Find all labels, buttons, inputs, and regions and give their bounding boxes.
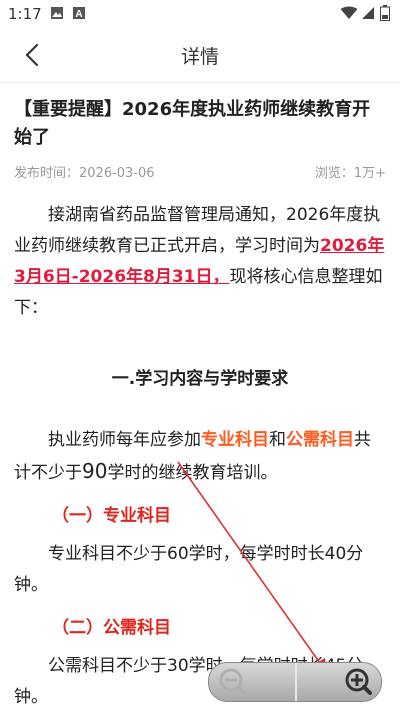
zoom-control — [208, 662, 382, 702]
req-text-2: 和 — [269, 430, 286, 450]
total-hours: 90 — [82, 459, 108, 483]
professional-subject-text: 专业科目不少于60学时，每学时时长40分钟。 — [14, 544, 364, 595]
svg-text:A: A — [75, 9, 82, 20]
professional-subject-highlight: 专业科目 — [201, 430, 269, 450]
public-subject-heading: （二）公需科目 — [52, 618, 171, 638]
req-text-1: 执业药师每年应参加 — [48, 430, 201, 450]
article: 【重要提醒】2026年度执业药师继续教育开始了 发布时间：2026-03-06 … — [14, 96, 386, 713]
section-heading: 一.学习内容与学时要求 — [111, 369, 289, 389]
view-count: 浏览：1万+ — [314, 166, 386, 181]
battery-icon — [380, 5, 390, 21]
status-time: 1:17 — [8, 5, 42, 23]
status-bar: 1:17 A — [0, 0, 400, 28]
a-icon: A — [73, 7, 85, 20]
page-title: 详情 — [180, 46, 219, 68]
professional-subject-heading: （一）专业科目 — [52, 506, 171, 526]
article-meta: 发布时间：2026-03-06 浏览：1万+ — [14, 160, 386, 182]
wifi-icon — [340, 6, 358, 19]
req-text-4: 学时的继续教育培训。 — [107, 463, 278, 483]
article-title: 【重要提醒】2026年度执业药师继续教育开始了 — [14, 99, 371, 148]
app-bar: 详情 — [0, 28, 400, 83]
image-icon — [51, 7, 63, 19]
zoom-in-icon — [345, 668, 372, 695]
cell-signal-icon — [362, 7, 374, 19]
zoom-out-button[interactable] — [209, 663, 295, 701]
zoom-in-button[interactable] — [297, 663, 381, 701]
requirements-paragraph: 执业药师每年应参加专业科目和公需科目共计不少于90学时的继续教育培训。 — [14, 425, 386, 489]
public-subject-highlight: 公需科目 — [286, 430, 354, 450]
zoom-out-icon — [219, 668, 246, 695]
publish-time: 发布时间：2026-03-06 — [14, 166, 155, 181]
intro-paragraph: 接湖南省药品监督管理局通知，2026年度执业药师继续教育已正式开启，学习时间为2… — [14, 200, 386, 324]
